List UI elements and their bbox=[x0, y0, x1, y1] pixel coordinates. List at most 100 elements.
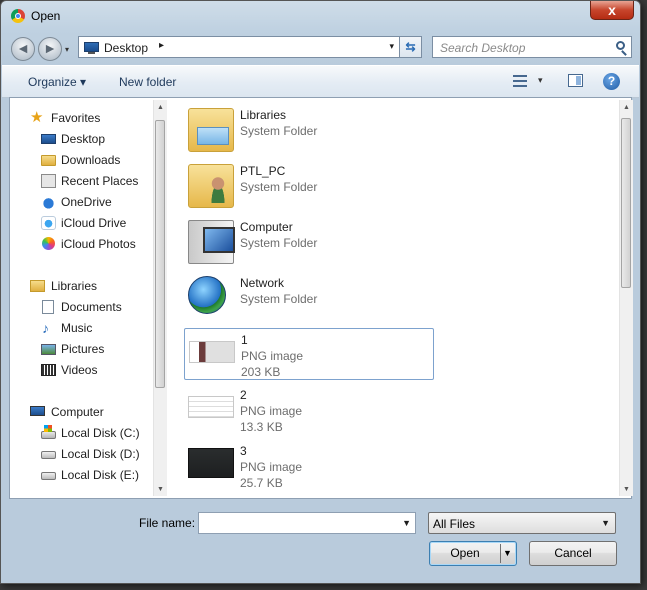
file-size: 13.3 KB bbox=[240, 420, 283, 434]
pictures-icon bbox=[41, 344, 56, 355]
address-dropdown-icon[interactable]: ▾ bbox=[389, 41, 394, 52]
navigation-pane: ★ Favorites Desktop Downloads Recent Pla… bbox=[10, 98, 167, 498]
help-icon[interactable]: ? bbox=[603, 73, 620, 90]
libraries-icon bbox=[30, 280, 45, 292]
file-type: System Folder bbox=[240, 236, 318, 250]
list-item[interactable]: 1 PNG image 203 KB bbox=[184, 328, 434, 380]
file-list-scroll-thumb[interactable] bbox=[621, 118, 631, 288]
file-name: Computer bbox=[240, 220, 293, 234]
address-location[interactable]: Desktop bbox=[104, 41, 148, 55]
list-item[interactable]: Libraries System Folder bbox=[184, 104, 434, 156]
navigation-bar: ◄ ► ▾ Desktop ▸ ▾ ⇆ Search Desktop bbox=[1, 33, 640, 63]
desktop-icon bbox=[84, 42, 99, 54]
scroll-up-arrow-icon[interactable]: ▲ bbox=[154, 104, 167, 111]
nav-label: OneDrive bbox=[61, 195, 112, 209]
user-folder-icon bbox=[188, 164, 234, 208]
png-thumbnail-icon bbox=[188, 448, 234, 478]
file-type-value: All Files bbox=[433, 517, 476, 531]
recent-places-icon bbox=[41, 174, 56, 188]
back-button[interactable]: ◄ bbox=[11, 37, 35, 61]
libraries-icon bbox=[188, 108, 234, 152]
window-title: Open bbox=[31, 9, 61, 23]
nav-label: Recent Places bbox=[61, 174, 139, 188]
file-type: PNG image bbox=[240, 404, 303, 418]
desktop-icon bbox=[41, 134, 56, 144]
chevron-down-icon[interactable]: ▼ bbox=[601, 518, 610, 528]
new-folder-button[interactable]: New folder bbox=[119, 75, 176, 89]
chrome-icon bbox=[11, 9, 25, 23]
refresh-button[interactable]: ⇆ bbox=[400, 36, 422, 58]
file-list: Libraries System Folder PTL_PC System Fo… bbox=[170, 98, 617, 498]
organize-button[interactable]: Organize ▾ bbox=[28, 75, 86, 89]
nav-label: Videos bbox=[61, 363, 98, 377]
hard-drive-icon bbox=[41, 472, 56, 480]
file-name-input[interactable]: ▼ bbox=[198, 512, 416, 534]
file-type-select[interactable]: All Files ▼ bbox=[428, 512, 616, 534]
list-item[interactable]: 2 PNG image 13.3 KB bbox=[184, 384, 434, 436]
nav-label: iCloud Drive bbox=[61, 216, 127, 230]
scroll-down-arrow-icon[interactable]: ▼ bbox=[620, 486, 633, 493]
file-type: System Folder bbox=[240, 124, 318, 138]
close-button[interactable]: x bbox=[590, 1, 634, 20]
search-icon[interactable] bbox=[616, 41, 625, 50]
dialog-footer: File name: ▼ All Files ▼ Open ▼ Cancel bbox=[1, 501, 640, 583]
music-note-icon: ♪ bbox=[42, 320, 49, 336]
open-options-chevron-icon[interactable]: ▼ bbox=[503, 542, 512, 565]
preview-pane-icon[interactable] bbox=[568, 74, 583, 87]
nav-pane-scroll-thumb[interactable] bbox=[155, 120, 165, 388]
nav-label: Libraries bbox=[51, 279, 98, 293]
cancel-button[interactable]: Cancel bbox=[529, 541, 617, 566]
file-name-label: File name: bbox=[139, 516, 196, 530]
nav-label: Pictures bbox=[61, 342, 105, 356]
open-button-label[interactable]: Open bbox=[430, 542, 500, 565]
forward-button[interactable]: ► bbox=[38, 37, 62, 61]
onedrive-cloud-icon bbox=[41, 195, 56, 209]
list-item[interactable]: 3 PNG image 25.7 KB bbox=[184, 440, 434, 492]
icloud-photos-icon bbox=[42, 237, 55, 250]
file-name: 2 bbox=[240, 388, 247, 402]
hard-drive-icon bbox=[41, 451, 56, 459]
breadcrumb-chevron-icon[interactable]: ▸ bbox=[159, 40, 164, 51]
downloads-folder-icon bbox=[41, 155, 56, 166]
search-box[interactable]: Search Desktop bbox=[432, 36, 632, 58]
nav-label: Music bbox=[61, 321, 93, 335]
list-item[interactable]: PTL_PC System Folder bbox=[184, 160, 434, 212]
file-type: PNG image bbox=[240, 460, 303, 474]
documents-icon bbox=[42, 300, 54, 314]
file-size: 25.7 KB bbox=[240, 476, 283, 490]
nav-label: Computer bbox=[51, 405, 104, 419]
command-toolbar: Organize ▾ New folder ▾ ? bbox=[2, 65, 639, 98]
list-item[interactable]: Computer System Folder bbox=[184, 216, 434, 268]
scroll-up-arrow-icon[interactable]: ▲ bbox=[620, 104, 633, 111]
scroll-down-arrow-icon[interactable]: ▼ bbox=[154, 486, 167, 493]
nav-label: iCloud Photos bbox=[61, 237, 136, 251]
file-type: System Folder bbox=[240, 180, 318, 194]
file-name: 3 bbox=[240, 444, 247, 458]
address-bar[interactable]: Desktop ▸ ▾ bbox=[78, 36, 400, 58]
nav-label: Desktop bbox=[61, 132, 106, 146]
nav-label: Documents bbox=[61, 300, 122, 314]
file-name: Libraries bbox=[240, 108, 287, 122]
star-icon: ★ bbox=[30, 109, 44, 126]
list-item[interactable]: Network System Folder bbox=[184, 272, 434, 324]
video-film-icon bbox=[41, 364, 56, 376]
file-type: PNG image bbox=[241, 349, 304, 363]
view-options-dropdown[interactable]: ▾ bbox=[538, 75, 543, 86]
png-thumbnail-icon bbox=[189, 341, 235, 363]
nav-label: Downloads bbox=[61, 153, 121, 167]
title-bar[interactable]: Open x bbox=[1, 1, 640, 31]
nav-label: Local Disk (C:) bbox=[61, 426, 140, 440]
recent-locations-dropdown[interactable]: ▾ bbox=[65, 45, 69, 54]
nav-pane-scrollbar[interactable]: ▲ ▼ bbox=[153, 100, 167, 496]
search-input[interactable]: Search Desktop bbox=[440, 41, 525, 55]
computer-icon bbox=[30, 406, 45, 416]
chevron-down-icon[interactable]: ▼ bbox=[402, 518, 411, 528]
change-view-icon[interactable] bbox=[513, 74, 527, 88]
browser-area: ★ Favorites Desktop Downloads Recent Pla… bbox=[9, 97, 633, 499]
open-dialog: Open x ◄ ► ▾ Desktop ▸ ▾ ⇆ Search Deskto… bbox=[0, 0, 641, 584]
file-name: PTL_PC bbox=[240, 164, 286, 178]
file-list-scrollbar[interactable]: ▲ ▼ bbox=[619, 100, 633, 496]
computer-icon bbox=[188, 220, 235, 264]
open-button[interactable]: Open ▼ bbox=[429, 541, 517, 566]
icloud-drive-icon bbox=[41, 216, 56, 230]
